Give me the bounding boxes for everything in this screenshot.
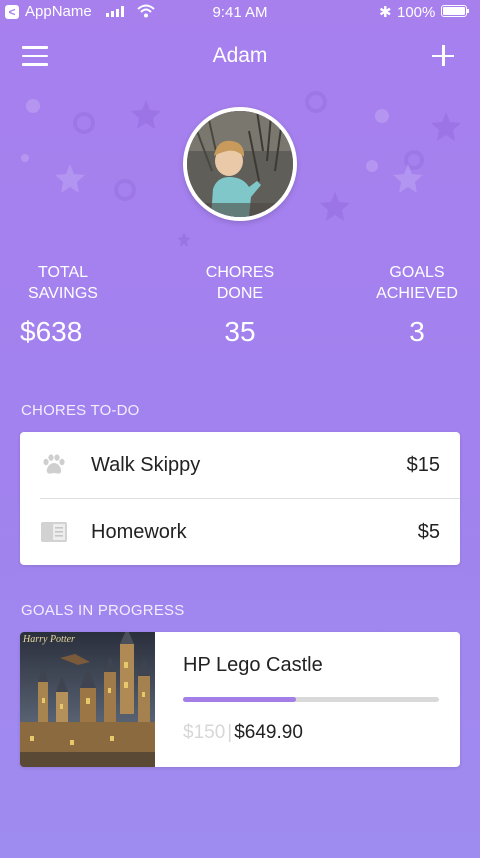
bluetooth-icon: ✱ — [379, 4, 392, 21]
stat-value: $638 — [20, 316, 83, 347]
stat-label: GOALS ACHIEVED — [362, 262, 472, 304]
stat-label-line: DONE — [216, 285, 264, 302]
battery-icon — [441, 5, 467, 17]
goals-section-label: GOALS IN PROGRESS — [21, 602, 185, 619]
paw-icon — [43, 454, 65, 474]
stat-label-line: CHORES — [205, 264, 275, 281]
status-bar: < AppName 9:41 AM ✱ 100% — [0, 0, 480, 26]
avatar[interactable] — [183, 107, 297, 221]
stat-label-line: SAVINGS — [28, 285, 98, 302]
stat-total-savings: TOTAL SAVINGS $638 — [11, 262, 115, 348]
book-icon — [41, 522, 67, 542]
goal-saved-amount: $150 — [183, 722, 226, 743]
chore-name: Walk Skippy — [91, 454, 201, 476]
stat-value: 35 — [224, 316, 256, 347]
chore-name: Homework — [91, 521, 187, 543]
goal-item-hp-lego-castle[interactable]: Harry Potter HP Lego Castle $150 | $649.… — [20, 632, 460, 767]
stat-goals-achieved: GOALS ACHIEVED 3 — [362, 262, 472, 348]
chores-card: Walk Skippy $15 Homework $5 — [20, 432, 460, 565]
stat-value: 3 — [409, 316, 425, 347]
chores-section-label: CHORES TO-DO — [21, 402, 140, 419]
stat-label-line: GOALS — [389, 264, 445, 281]
goal-name: HP Lego Castle — [183, 654, 323, 676]
add-button[interactable] — [430, 42, 456, 68]
battery-nub — [467, 9, 469, 13]
goal-progress-fill — [183, 697, 296, 702]
stat-label: TOTAL SAVINGS — [11, 262, 115, 304]
stat-label-line: TOTAL — [37, 264, 89, 281]
goal-prices: $150 | $649.90 — [183, 722, 303, 744]
page-title: Adam — [212, 44, 268, 67]
chore-item-walk-skippy[interactable]: Walk Skippy $15 — [20, 432, 460, 498]
chore-amount: $5 — [417, 521, 440, 543]
goal-price-separator: | — [227, 722, 233, 743]
battery-percent: 100% — [397, 4, 436, 21]
stat-chores-done: CHORES DONE 35 — [188, 262, 292, 348]
goal-target-amount: $649.90 — [234, 722, 303, 743]
chore-amount: $15 — [406, 454, 440, 476]
chore-item-homework[interactable]: Homework $5 — [20, 499, 460, 565]
lego-castle-box-image: Harry Potter — [20, 632, 155, 767]
stat-label-line: ACHIEVED — [376, 285, 458, 302]
goal-progress-bar — [183, 697, 439, 702]
stat-label: CHORES DONE — [188, 262, 292, 304]
child-photo-avatar — [187, 111, 293, 217]
nav-header: Adam — [0, 34, 480, 78]
box-logo-text: Harry Potter — [22, 634, 75, 645]
